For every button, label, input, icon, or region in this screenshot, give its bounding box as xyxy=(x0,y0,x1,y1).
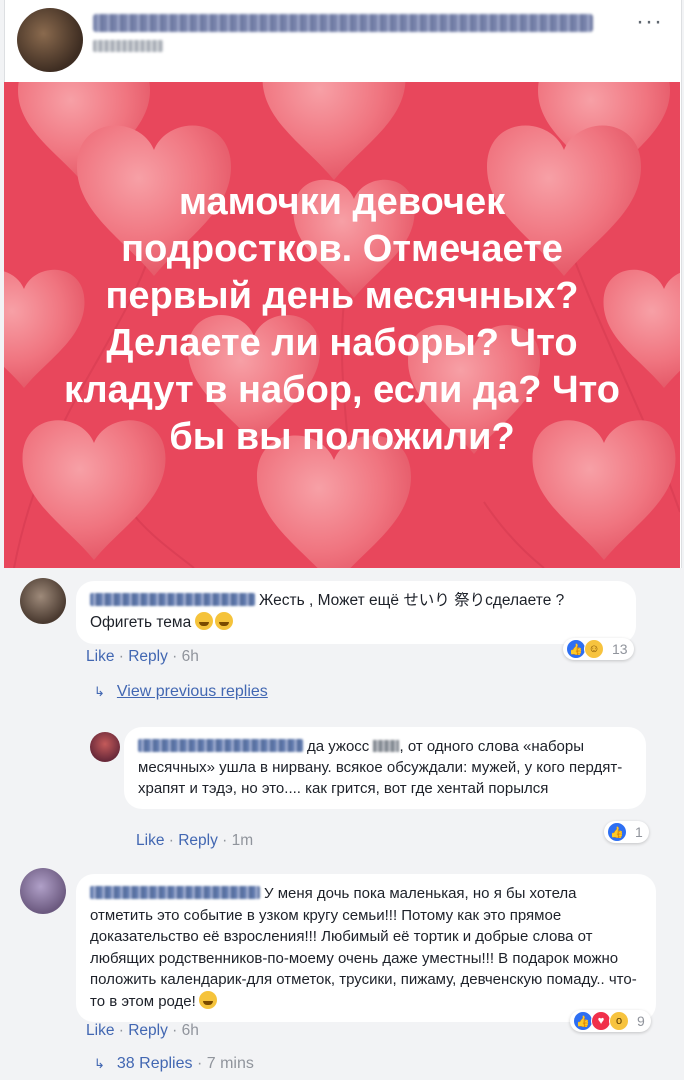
comment-3-reactions[interactable]: 👍 ♥ o 9 xyxy=(570,1010,651,1032)
reply-arrow-icon: ↳ xyxy=(94,684,105,699)
author-avatar[interactable] xyxy=(17,8,83,72)
comment-1-actions: Like · Reply · 6h xyxy=(86,648,199,665)
commenter-1-avatar[interactable] xyxy=(20,578,66,624)
comment-3-text: У меня дочь пока маленькая, но я бы хоте… xyxy=(90,885,637,1010)
comment-1-bubble: Жесть , Может ещё せいり 祭りсделаете ? Офиге… xyxy=(76,581,636,644)
comment-2-reaction-count: 1 xyxy=(635,824,643,840)
post-options-icon[interactable]: ··· xyxy=(636,8,663,36)
grinning-emoji-icon xyxy=(195,612,214,630)
smile-emoji-icon xyxy=(198,990,217,1009)
comment-3-like-button[interactable]: Like xyxy=(86,1022,114,1039)
view-previous-replies-label[interactable]: View previous replies xyxy=(117,683,268,700)
commenter-3-name-redacted[interactable] xyxy=(90,886,260,899)
comment-3-reply-button[interactable]: Reply xyxy=(128,1022,168,1039)
comment-1-reaction-count: 13 xyxy=(612,641,628,657)
view-previous-replies-link[interactable]: ↳ View previous replies xyxy=(94,683,268,701)
comment-3-actions: Like · Reply · 6h xyxy=(86,1022,199,1039)
comment-1-reactions[interactable]: 👍 ☺ 13 xyxy=(563,638,634,660)
love-icon: ♥ xyxy=(591,1011,611,1031)
comment-2-like-button[interactable]: Like xyxy=(136,832,164,849)
commenter-2-avatar[interactable] xyxy=(90,732,120,762)
rofl-emoji-icon xyxy=(215,612,234,630)
comment-2-bubble: да ужосс , от одного слова «наборы месяч… xyxy=(124,727,646,809)
wow-icon: o xyxy=(609,1011,629,1031)
commenter-3-avatar[interactable] xyxy=(20,868,66,914)
post-banner: мамочки девочек подростков. Отмечаете пе… xyxy=(4,82,680,568)
comment-2-reply-button[interactable]: Reply xyxy=(178,832,218,849)
replies-link[interactable]: ↳ 38 Replies · 7 mins xyxy=(94,1055,254,1073)
replies-count-label[interactable]: 38 Replies xyxy=(117,1055,193,1072)
comment-3-reaction-count: 9 xyxy=(637,1013,645,1029)
comment-1-like-button[interactable]: Like xyxy=(86,648,114,665)
comment-2-time: 1m xyxy=(231,832,254,849)
post-timestamp-redacted[interactable] xyxy=(93,40,163,52)
comment-2-text-start: да ужосс xyxy=(307,738,370,755)
banner-question-text: мамочки девочек подростков. Отмечаете пе… xyxy=(64,181,620,458)
comment-2-actions: Like · Reply · 1m xyxy=(136,832,254,849)
comment-1-time: 6h xyxy=(181,648,199,665)
replies-time: 7 mins xyxy=(206,1055,254,1072)
commenter-1-name-redacted[interactable] xyxy=(90,593,255,606)
comment-1-reply-button[interactable]: Reply xyxy=(128,648,168,665)
like-icon: 👍 xyxy=(607,822,627,842)
like-icon: 👍 xyxy=(566,639,586,659)
comment-3-time: 6h xyxy=(181,1022,199,1039)
comment-3-bubble: У меня дочь пока маленькая, но я бы хоте… xyxy=(76,874,656,1022)
redacted-inline-mention xyxy=(373,740,400,752)
haha-icon: ☺ xyxy=(584,639,604,659)
like-icon: 👍 xyxy=(573,1011,593,1031)
commenter-2-name-redacted[interactable] xyxy=(138,739,303,752)
banner-text-container: мамочки девочек подростков. Отмечаете пе… xyxy=(4,82,680,568)
reply-arrow-icon: ↳ xyxy=(94,1056,105,1071)
comment-2-reactions[interactable]: 👍 1 xyxy=(604,821,649,843)
author-name-redacted[interactable] xyxy=(93,14,593,32)
